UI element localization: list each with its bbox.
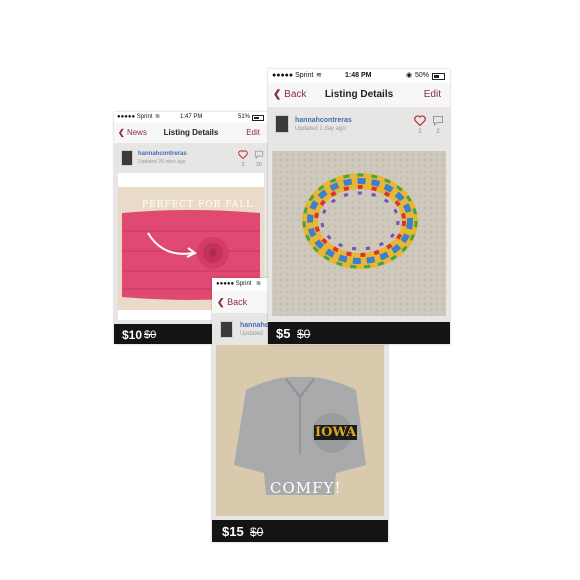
clock-label: 1:48 PM	[345, 72, 372, 79]
original-price: $0	[144, 329, 157, 341]
battery-label: 50%	[415, 72, 430, 79]
comment-count: 2	[436, 129, 440, 135]
seller-row: hannahcontreras Updated 1 day ago 2 2	[268, 111, 450, 139]
avatar[interactable]	[275, 115, 289, 133]
listing-content: hannahcontreras Updated IOWA COMFY!	[212, 313, 388, 520]
listing-photo[interactable]: IOWA COMFY!	[216, 345, 384, 516]
comment-bubble-icon[interactable]	[254, 150, 264, 159]
carrier-label: ●●●●● Sprint	[117, 114, 153, 120]
comment-count: 20	[256, 162, 262, 168]
like-heart-icon[interactable]	[414, 115, 426, 126]
nav-bar: ❮ Back Listing Details Edit	[268, 83, 450, 108]
updated-time: Updated 1 day ago	[295, 126, 346, 132]
photo-caption: COMFY!	[270, 479, 342, 497]
seller-username[interactable]: hannahcontreras	[295, 117, 352, 124]
avatar[interactable]	[121, 150, 133, 166]
nav-bar: ❮ News Listing Details Edit	[114, 123, 268, 144]
clock-label: 1:47 PM	[180, 114, 203, 120]
back-label: Back	[227, 297, 248, 307]
listing-price: $10	[122, 328, 143, 342]
listing-price: $15	[222, 524, 244, 539]
comment-bubble-icon[interactable]	[432, 115, 444, 126]
price-bar: $15 $0	[212, 520, 388, 542]
listing-card-bracelet: ●●●●● Sprint ≋ 1:48 PM ◉ 50% ❮ Back List…	[268, 69, 450, 344]
wifi-icon: ≋	[155, 114, 161, 120]
seller-row: hannahcontreras Updated 26 mins ago 3 20	[114, 147, 268, 171]
carrier-label: ●●●●● Sprint	[272, 72, 314, 79]
bracelet-photo-graphic	[272, 151, 446, 316]
seller-username[interactable]: hannahcontreras	[138, 151, 187, 157]
listing-price: $5	[276, 326, 291, 341]
status-bar: ●●●●● Sprint ≋ 1:47 PM 51%	[114, 112, 268, 123]
edit-button[interactable]: Edit	[246, 128, 260, 137]
like-heart-icon[interactable]	[238, 150, 248, 159]
original-price: $0	[250, 525, 264, 539]
wifi-icon: ≋	[316, 72, 322, 79]
carrier-label: ●●●●● Sprint	[216, 281, 252, 287]
updated-time: Updated 26 mins ago	[138, 159, 186, 165]
battery-icon	[252, 115, 264, 121]
original-price: $0	[297, 327, 311, 341]
listing-content: hannahcontreras Updated 1 day ago 2 2	[268, 107, 450, 322]
battery-icon	[432, 73, 445, 80]
status-bar: ●●●●● Sprint ≋ 1:48 PM ◉ 50%	[268, 69, 450, 83]
battery-label: 51%	[238, 114, 251, 120]
page-title: Listing Details	[163, 128, 219, 137]
listing-photo[interactable]	[272, 151, 446, 316]
updated-time: Updated	[240, 331, 263, 337]
photo-logo: IOWA	[314, 425, 358, 440]
like-count: 3	[241, 162, 245, 168]
chevron-left-icon: ❮	[217, 297, 225, 307]
avatar[interactable]	[220, 321, 233, 338]
back-button[interactable]: ❮ Back	[217, 297, 247, 308]
wifi-icon: ≋	[256, 281, 262, 287]
price-bar: $5 $0	[268, 322, 450, 344]
edit-button[interactable]: Edit	[424, 89, 441, 100]
like-count: 2	[418, 129, 422, 135]
lock-icon: ◉	[406, 72, 413, 79]
photo-caption: PERFECT FOR FALL	[142, 200, 254, 210]
page-title: Listing Details	[324, 89, 394, 100]
